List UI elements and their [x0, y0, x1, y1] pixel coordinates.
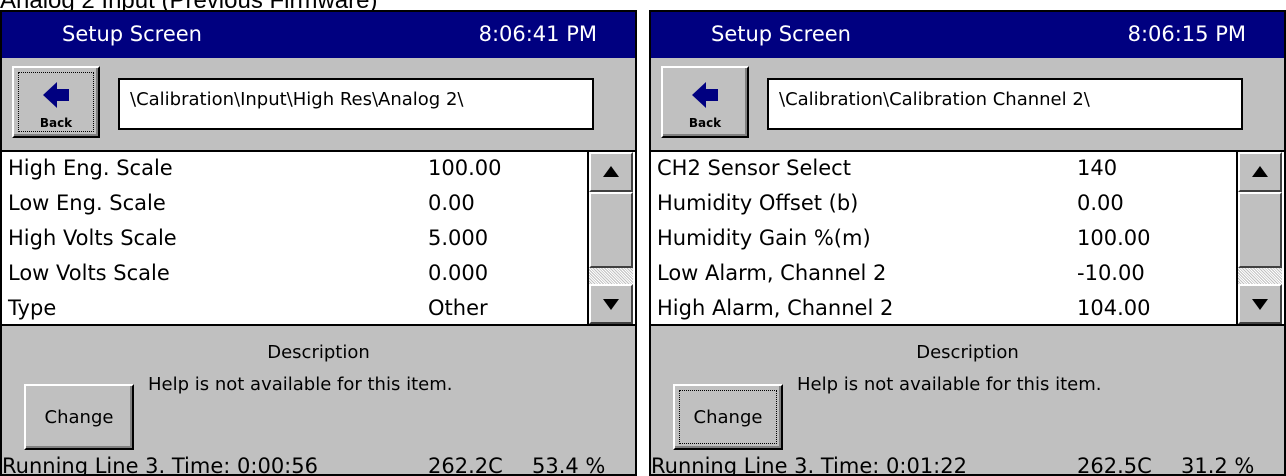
settings-list: CH2 Sensor Select 140 Humidity Offset (b… [651, 150, 1284, 326]
description-title: Description [916, 342, 1019, 363]
item-name: Type [8, 296, 57, 320]
status-line: Running Line 3. Time: 0:01:22 [651, 454, 967, 476]
change-button[interactable]: Change [673, 384, 783, 450]
item-value: Other [428, 296, 488, 320]
path-field: \Calibration\Input\High Res\Analog 2\ [118, 78, 594, 130]
item-name: Low Volts Scale [8, 261, 170, 285]
item-value: 100.00 [1077, 226, 1151, 250]
item-value: 104.00 [1077, 296, 1151, 320]
back-button[interactable]: Back [12, 66, 100, 138]
item-name: CH2 Sensor Select [657, 156, 851, 180]
help-text: Help is not available for this item. [797, 374, 1102, 395]
list-item[interactable]: High Alarm, Channel 2 104.00 [651, 292, 1231, 327]
back-label: Back [39, 116, 73, 130]
list-item[interactable]: Low Eng. Scale 0.00 [2, 187, 582, 222]
scroll-down-button[interactable] [589, 284, 633, 324]
status-line: Running Line 3. Time: 0:00:56 [2, 454, 318, 476]
item-name: High Eng. Scale [8, 156, 173, 180]
settings-list: High Eng. Scale 100.00 Low Eng. Scale 0.… [2, 150, 635, 326]
window-title: Setup Screen [711, 22, 851, 46]
back-button[interactable]: Back [661, 66, 749, 138]
status-percent: 31.2 % [1181, 454, 1255, 476]
setup-panel-right: Setup Screen 8:06:15 PM Back \Calibratio… [649, 10, 1286, 476]
status-temperature: 262.5C [1077, 454, 1152, 476]
list-item[interactable]: Low Volts Scale 0.000 [2, 257, 582, 292]
scroll-down-button[interactable] [1238, 284, 1282, 324]
item-value: 100.00 [428, 156, 502, 180]
scroll-thumb[interactable] [589, 192, 633, 268]
scroll-up-arrow-icon [603, 166, 619, 177]
list-item[interactable]: CH2 Sensor Select 140 [651, 152, 1231, 187]
back-arrow-icon [43, 82, 69, 108]
status-temperature: 262.2C [428, 454, 503, 476]
vertical-scrollbar[interactable] [1236, 152, 1282, 324]
status-bar: Running Line 3. Time: 0:01:22 262.5C 31.… [651, 454, 1254, 476]
clock: 8:06:15 PM [1127, 22, 1246, 46]
list-item[interactable]: Type Other [2, 292, 582, 327]
item-name: High Alarm, Channel 2 [657, 296, 894, 320]
scroll-down-arrow-icon [1252, 299, 1268, 310]
status-bar: Running Line 3. Time: 0:00:56 262.2C 53.… [2, 454, 605, 476]
title-bar: Setup Screen 8:06:15 PM [651, 12, 1284, 58]
scroll-down-arrow-icon [603, 299, 619, 310]
item-value: -10.00 [1077, 261, 1145, 285]
item-value: 0.000 [428, 261, 489, 285]
item-value: 0.00 [1077, 191, 1124, 215]
back-arrow-icon [692, 82, 718, 108]
setup-panel-left: Setup Screen 8:06:41 PM Back \Calibratio… [0, 10, 637, 476]
list-item[interactable]: High Eng. Scale 100.00 [2, 152, 582, 187]
item-value: 140 [1077, 156, 1118, 180]
description-title: Description [267, 342, 370, 363]
item-name: Low Eng. Scale [8, 191, 166, 215]
vertical-scrollbar[interactable] [587, 152, 633, 324]
scroll-up-arrow-icon [1252, 166, 1268, 177]
item-name: Humidity Offset (b) [657, 191, 859, 215]
scroll-thumb[interactable] [1238, 192, 1282, 268]
list-item[interactable]: Low Alarm, Channel 2 -10.00 [651, 257, 1231, 292]
list-item[interactable]: Humidity Gain %(m) 100.00 [651, 222, 1231, 257]
item-name: High Volts Scale [8, 226, 177, 250]
clock: 8:06:41 PM [478, 22, 597, 46]
path-field: \Calibration\Calibration Channel 2\ [767, 78, 1243, 130]
window-title: Setup Screen [62, 22, 202, 46]
scroll-up-button[interactable] [1238, 152, 1282, 192]
list-item[interactable]: High Volts Scale 5.000 [2, 222, 582, 257]
list-item[interactable]: Humidity Offset (b) 0.00 [651, 187, 1231, 222]
help-text: Help is not available for this item. [148, 374, 453, 395]
title-bar: Setup Screen 8:06:41 PM [2, 12, 635, 58]
item-value: 0.00 [428, 191, 475, 215]
status-percent: 53.4 % [532, 454, 606, 476]
item-name: Humidity Gain %(m) [657, 226, 871, 250]
item-value: 5.000 [428, 226, 489, 250]
item-name: Low Alarm, Channel 2 [657, 261, 887, 285]
scroll-up-button[interactable] [589, 152, 633, 192]
back-label: Back [688, 116, 722, 130]
change-button[interactable]: Change [24, 384, 134, 450]
